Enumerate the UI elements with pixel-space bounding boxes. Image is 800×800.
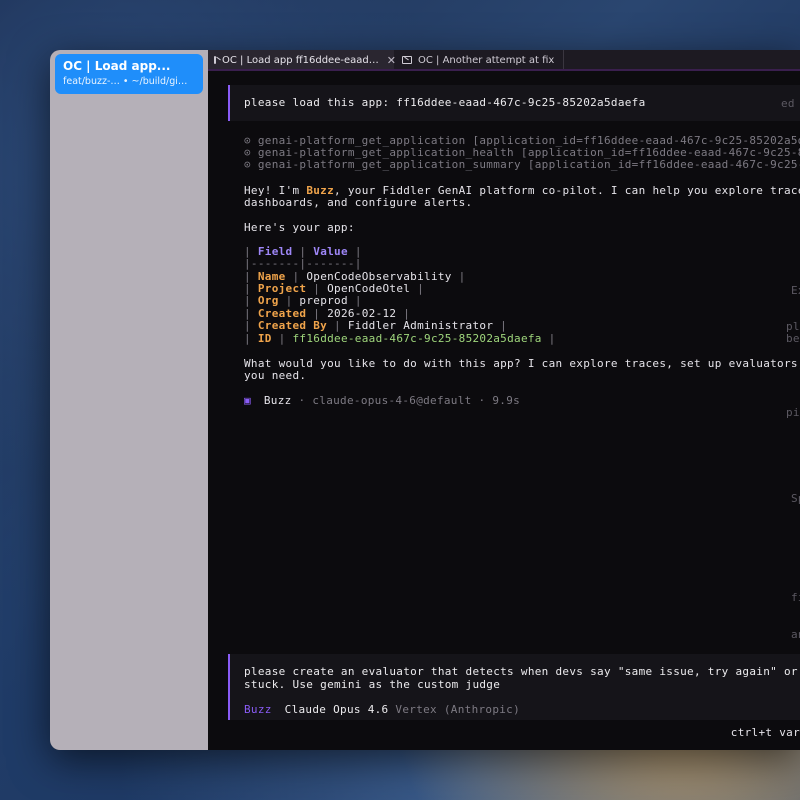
app-window: OC | Load app... feat/buzz-… • ~/build/g… [50,50,800,750]
row-value: Fiddler Administrator [347,319,494,332]
model-name: Claude Opus 4.6 [284,703,389,716]
input-line-2: stuck. Use gemini as the custom judge [244,678,501,691]
ghost-text: SpanName [791,492,800,505]
tool-call: ⊙ genai-platform_get_application_summary… [244,158,800,171]
row-field: ID [257,332,272,345]
prompt-text: please load this app: ff16ddee-eaad-467c… [244,96,646,109]
tab-label: OC | Load app ff16ddee-eaad… [222,54,379,66]
heres-your-app: Here's your app: [244,221,355,234]
ghost-text: fill hist [791,591,800,604]
followup-line-2: you need. [244,369,307,382]
terminal-pane: OC | Load app ff16ddee-eaad… ✕ OC | Anot… [208,50,800,750]
message-input[interactable]: please create an evaluator that detects … [228,654,800,720]
terminal-icon [214,56,216,64]
intro-line-2: dashboards, and configure alerts. [244,196,473,209]
model-selector[interactable]: Buzz Claude Opus 4.6 Vertex (Anthropic) [244,703,786,716]
ghost-text: ed user t [781,97,800,110]
user-prompt: please load this app: ff16ddee-eaad-467c… [228,85,800,121]
row-field: Org [257,294,279,307]
tab-accent-line [208,69,800,71]
agent-footer: ▣ Buzz · claude-opus-4-6@default · 9.9s [244,394,520,407]
agent-label: Buzz [244,703,272,716]
table-row: | ID | ff16ddee-eaad-467c-9c25-85202a5da… [244,332,556,345]
agent-name: Buzz [263,394,292,407]
agent-block-icon: ▣ [244,394,251,407]
session-subtitle: feat/buzz-… • ~/build/gi… [63,76,188,87]
table-row: | Created By | Fiddler Administrator | [244,319,508,332]
ghost-text: ping, or [786,406,800,419]
ghost-text: Explicit [791,284,800,297]
table-row: | Org | preprod | [244,294,362,307]
sidebar-session-item[interactable]: OC | Load app... feat/buzz-… • ~/build/g… [55,54,203,94]
close-icon[interactable]: ✕ [387,54,396,67]
row-field: Created By [257,319,328,332]
tab-bar: OC | Load app ff16ddee-eaad… ✕ OC | Anot… [208,50,800,71]
terminal-icon [402,56,412,64]
tab-load-app[interactable]: OC | Load app ff16ddee-eaad… ✕ [208,50,396,70]
followup-line: What would you like to do with this app?… [244,357,800,370]
tab-another-attempt[interactable]: OC | Another attempt at fix [396,50,564,70]
ghost-text: being stu [786,332,800,345]
ghost-text: ans [791,628,800,641]
model-provider: Vertex (Anthropic) [395,703,521,716]
agent-meta: · claude-opus-4-6@default · 9.9s [298,394,521,407]
shortcut-hint: ctrl+t var [730,726,800,739]
row-value: preprod [299,294,348,307]
tab-label: OC | Another attempt at fix [418,54,555,66]
row-value: ff16ddee-eaad-467c-9c25-85202a5daefa [292,332,542,345]
input-line-1: please create an evaluator that detects … [244,665,800,678]
session-title: OC | Load app... [63,59,171,73]
session-sidebar: OC | Load app... feat/buzz-… • ~/build/g… [50,50,208,750]
table-separator: |-------|-------| [244,257,362,270]
